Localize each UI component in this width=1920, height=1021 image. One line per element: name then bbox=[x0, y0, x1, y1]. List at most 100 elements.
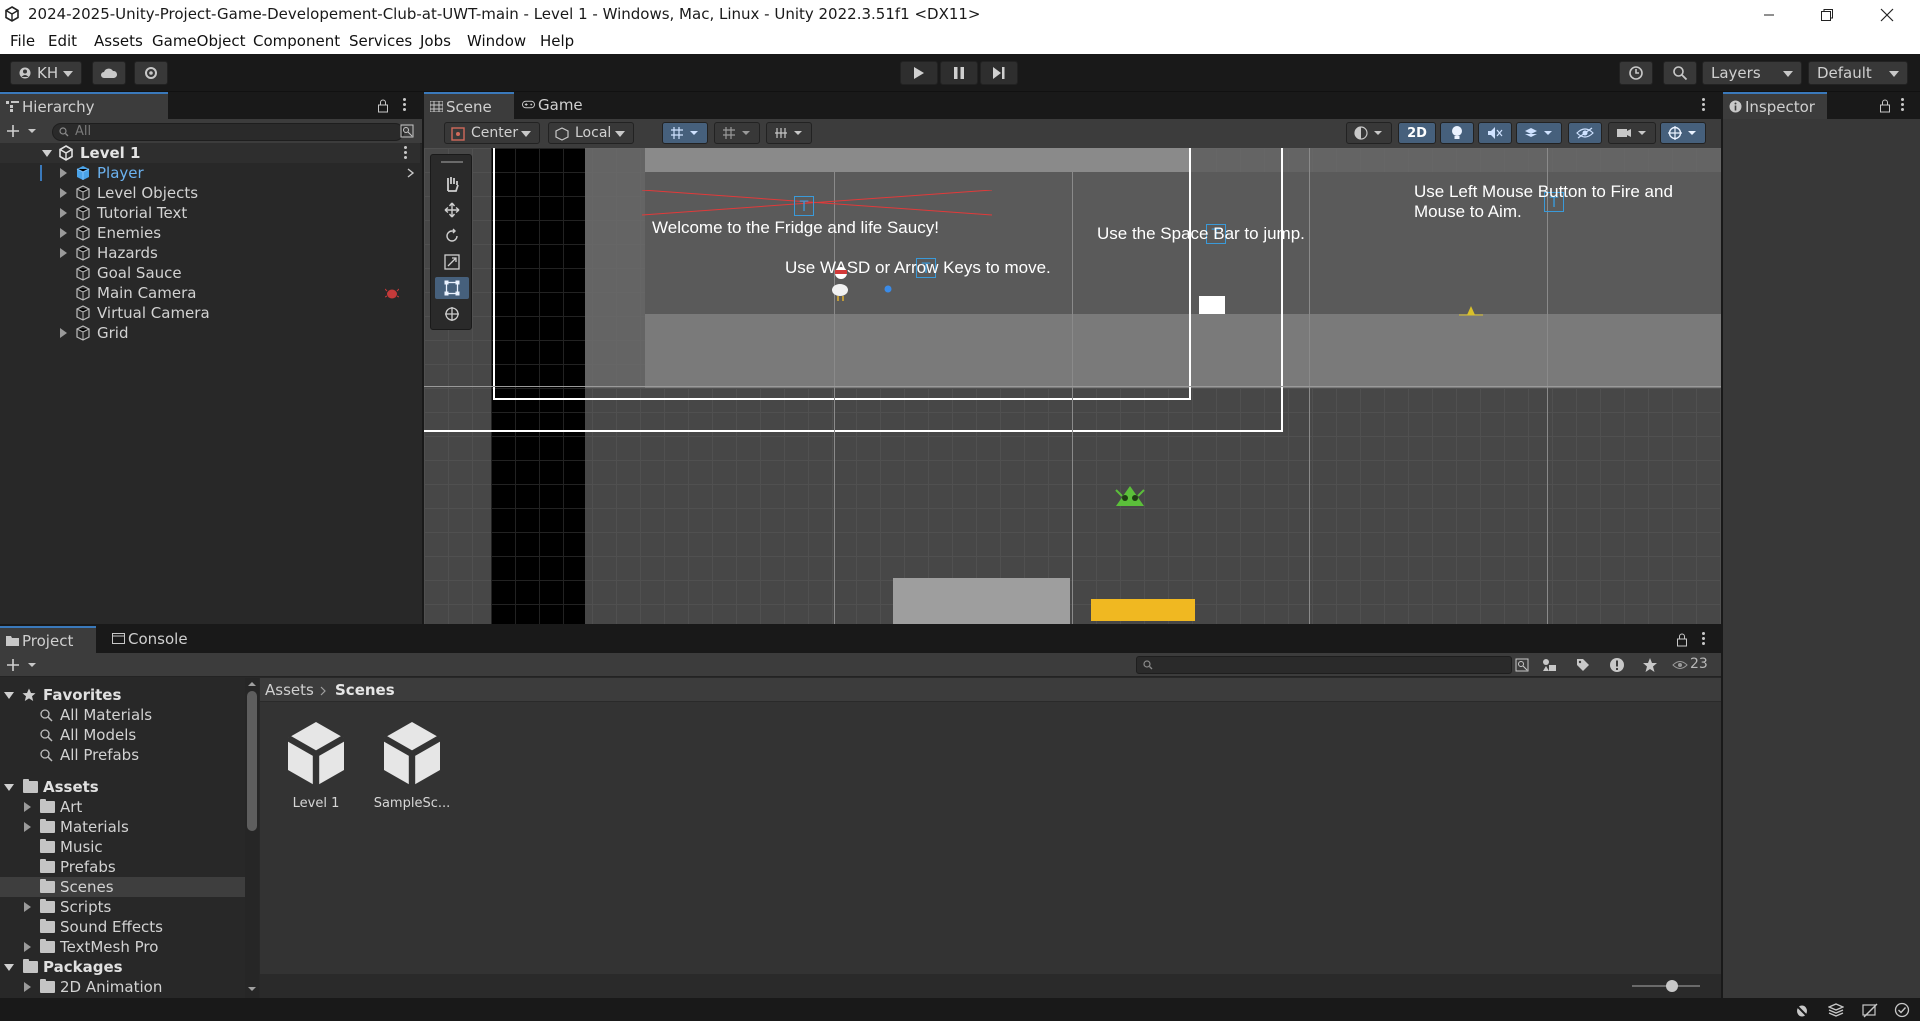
project-tree-scrollbar[interactable] bbox=[245, 678, 259, 998]
assets-folder-prefabs[interactable]: Prefabs bbox=[0, 857, 245, 877]
cloud-button[interactable] bbox=[92, 61, 126, 85]
hierarchy-item-level-objects[interactable]: Level Objects bbox=[0, 183, 420, 203]
filter-by-type-icon[interactable] bbox=[1542, 658, 1558, 672]
asset-scene-level-1[interactable]: Level 1 bbox=[276, 718, 356, 811]
favorite-item[interactable]: All Materials bbox=[0, 705, 245, 725]
camera-settings-dropdown[interactable] bbox=[1608, 122, 1656, 144]
zoom-slider-thumb[interactable] bbox=[1666, 980, 1678, 992]
menu-component[interactable]: Component bbox=[253, 32, 340, 50]
2d-mode-button[interactable]: 2D bbox=[1398, 122, 1436, 144]
pause-button[interactable] bbox=[940, 61, 978, 85]
text-gizmo-icon[interactable]: T bbox=[794, 196, 814, 216]
auto-generate-lighting-icon[interactable] bbox=[1862, 1002, 1878, 1018]
player-sprite[interactable] bbox=[828, 266, 854, 302]
asset-scene-samplescene[interactable]: SampleSc... bbox=[372, 718, 452, 811]
tab-scene[interactable]: Scene bbox=[424, 92, 514, 119]
pivot-dropdown[interactable]: Center bbox=[444, 122, 540, 144]
assets-folder-scripts[interactable]: Scripts bbox=[0, 897, 245, 917]
warning-filter-icon[interactable] bbox=[1609, 657, 1625, 673]
chevron-right-icon[interactable] bbox=[407, 168, 415, 178]
breadcrumb-assets[interactable]: Assets bbox=[265, 681, 314, 699]
scrollbar-thumb[interactable] bbox=[247, 691, 257, 831]
tab-console[interactable]: Console bbox=[106, 626, 202, 653]
hand-tool-button[interactable] bbox=[435, 173, 469, 195]
debug-bug-icon[interactable] bbox=[1794, 1002, 1810, 1018]
assets-folder-music[interactable]: Music bbox=[0, 837, 245, 857]
search-by-type-icon[interactable] bbox=[1515, 658, 1529, 672]
grid-snap-button[interactable] bbox=[662, 122, 708, 144]
star-icon[interactable] bbox=[1642, 657, 1658, 673]
hierarchy-item-grid[interactable]: Grid bbox=[0, 323, 420, 343]
white-block-object[interactable] bbox=[1199, 296, 1225, 314]
tab-inspector[interactable]: Inspector bbox=[1723, 92, 1827, 119]
gray-platform-block[interactable] bbox=[893, 578, 1070, 624]
project-search-input[interactable] bbox=[1136, 656, 1512, 674]
search-button[interactable] bbox=[1663, 61, 1697, 85]
tab-hierarchy[interactable]: Hierarchy bbox=[0, 92, 168, 119]
hierarchy-item-goal-sauce[interactable]: Goal Sauce bbox=[0, 263, 420, 283]
move-tool-button[interactable] bbox=[435, 199, 469, 221]
lock-icon[interactable] bbox=[377, 99, 389, 113]
hierarchy-search-input[interactable]: All bbox=[52, 123, 404, 141]
effects-dropdown[interactable] bbox=[1516, 122, 1562, 144]
close-button[interactable] bbox=[1864, 0, 1910, 29]
space-dropdown[interactable]: Local bbox=[548, 122, 634, 144]
menu-help[interactable]: Help bbox=[540, 32, 574, 50]
lock-icon[interactable] bbox=[1676, 633, 1688, 647]
goal-sauce-block[interactable] bbox=[1091, 599, 1195, 621]
hierarchy-item-hazards[interactable]: Hazards bbox=[0, 243, 420, 263]
hierarchy-item-enemies[interactable]: Enemies bbox=[0, 223, 420, 243]
collab-button[interactable] bbox=[134, 61, 168, 85]
hierarchy-item-main-camera[interactable]: Main Camera bbox=[0, 283, 420, 303]
transform-tool-button[interactable] bbox=[435, 303, 469, 325]
scroll-up-icon[interactable] bbox=[247, 681, 257, 687]
restore-button[interactable] bbox=[1804, 0, 1850, 29]
hierarchy-item-virtual-camera[interactable]: Virtual Camera bbox=[0, 303, 420, 323]
scene-visibility-toggle[interactable] bbox=[1568, 122, 1602, 144]
favorite-item[interactable]: All Models bbox=[0, 725, 245, 745]
menu-window[interactable]: Window bbox=[467, 32, 526, 50]
layers-dropdown[interactable]: Layers bbox=[1702, 61, 1802, 85]
packages-header[interactable]: Packages bbox=[0, 957, 245, 977]
rotate-tool-button[interactable] bbox=[435, 225, 469, 247]
inspector-menu-icon[interactable] bbox=[1901, 98, 1905, 112]
scene-visibility-icon[interactable] bbox=[400, 124, 414, 138]
favorites-header[interactable]: Favorites bbox=[0, 685, 245, 705]
lock-icon[interactable] bbox=[1879, 99, 1891, 113]
cache-server-icon[interactable] bbox=[1828, 1002, 1844, 1018]
breadcrumb-scenes[interactable]: Scenes bbox=[335, 681, 395, 699]
favorite-item[interactable]: All Prefabs bbox=[0, 745, 245, 765]
gizmos-dropdown[interactable] bbox=[1660, 122, 1706, 144]
hierarchy-menu-icon[interactable] bbox=[403, 98, 407, 112]
assets-folder-sound-effects[interactable]: Sound Effects bbox=[0, 917, 245, 937]
project-create-dropdown[interactable] bbox=[6, 656, 40, 674]
draw-mode-button[interactable] bbox=[1346, 122, 1392, 144]
account-dropdown[interactable]: KH bbox=[10, 61, 82, 85]
scroll-down-icon[interactable] bbox=[247, 986, 257, 992]
tag-icon[interactable] bbox=[1576, 658, 1590, 672]
rect-tool-button[interactable] bbox=[435, 277, 469, 299]
assets-folder-scenes[interactable]: Scenes bbox=[0, 877, 245, 897]
assets-folder-textmesh-pro[interactable]: TextMesh Pro bbox=[0, 937, 245, 957]
tab-project[interactable]: Project bbox=[0, 626, 96, 653]
create-dropdown[interactable] bbox=[6, 122, 40, 140]
packages-folder-2d-animation[interactable]: 2D Animation bbox=[0, 977, 245, 997]
palette-drag-handle[interactable] bbox=[441, 161, 463, 163]
assets-folder-materials[interactable]: Materials bbox=[0, 817, 245, 837]
increment-snap-button[interactable] bbox=[714, 122, 760, 144]
assets-header[interactable]: Assets bbox=[0, 777, 245, 797]
minimize-button[interactable] bbox=[1746, 0, 1792, 29]
scene-menu-icon[interactable] bbox=[404, 146, 408, 160]
green-enemy-sprite[interactable] bbox=[1114, 484, 1146, 510]
play-button[interactable] bbox=[900, 61, 938, 85]
hierarchy-item-tutorial-text[interactable]: Tutorial Text bbox=[0, 203, 420, 223]
yellow-pickup-sprite[interactable] bbox=[1458, 305, 1484, 317]
menu-file[interactable]: File bbox=[10, 32, 35, 50]
step-button[interactable] bbox=[980, 61, 1018, 85]
grid-visibility-button[interactable] bbox=[766, 122, 812, 144]
menu-assets[interactable]: Assets bbox=[94, 32, 143, 50]
scene-viewport[interactable]: T T T T Welcome to the Fridge and life S… bbox=[424, 148, 1721, 624]
scene-menu-icon[interactable] bbox=[1702, 98, 1706, 112]
menu-jobs[interactable]: Jobs bbox=[420, 32, 451, 50]
menu-gameobject[interactable]: GameObject bbox=[152, 32, 246, 50]
